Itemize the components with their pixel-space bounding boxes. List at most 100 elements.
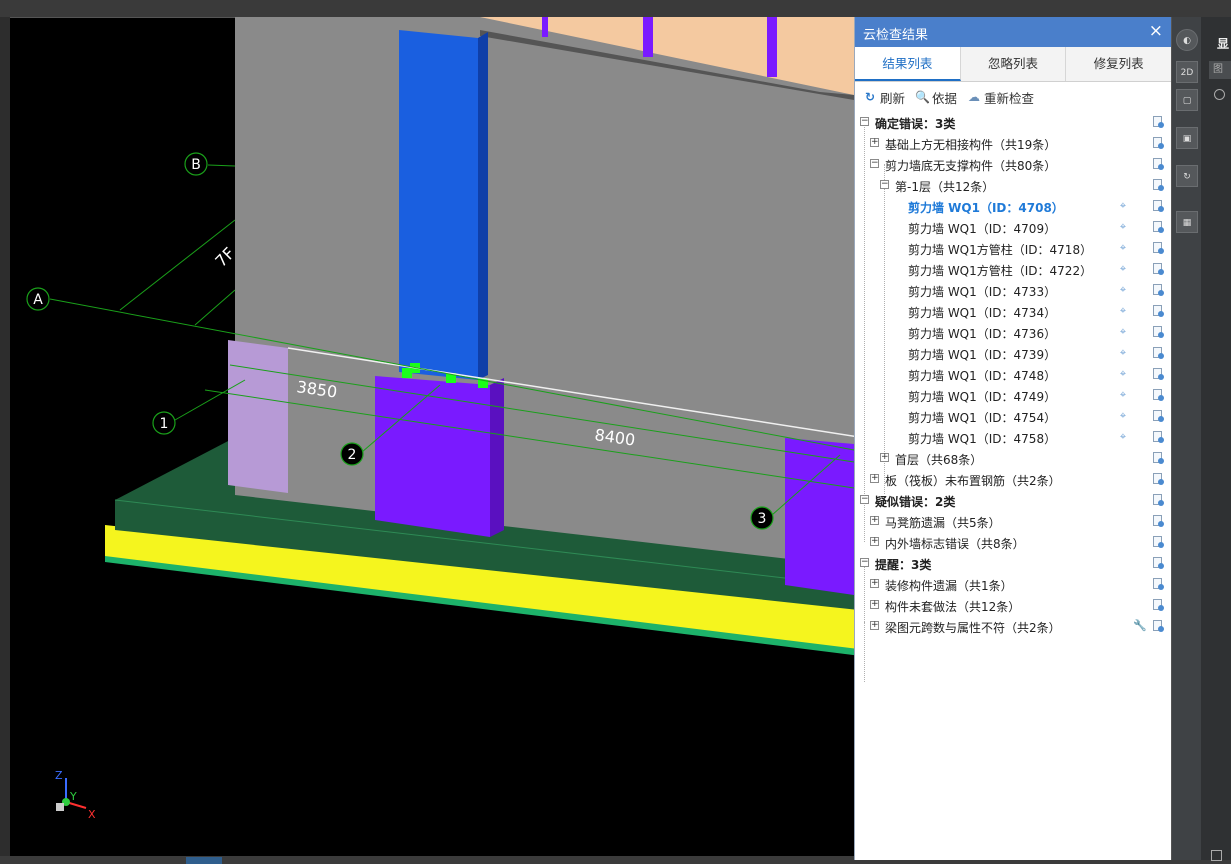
- document-icon[interactable]: [1152, 536, 1164, 549]
- dimension-7f: 7F: [211, 244, 238, 271]
- tree-item-row[interactable]: 剪力墙 WQ1（ID：4758） ⌖: [855, 427, 1171, 448]
- tree-item-row[interactable]: 剪力墙 WQ1方管柱（ID：4718） ⌖: [855, 238, 1171, 259]
- tree-item-row[interactable]: 剪力墙 WQ1（ID：4739） ⌖: [855, 343, 1171, 364]
- collapse-icon[interactable]: −: [860, 117, 869, 126]
- document-icon[interactable]: [1152, 116, 1164, 129]
- view-2d-button[interactable]: 2D: [1176, 61, 1198, 83]
- tree-item-row[interactable]: 剪力墙 WQ1方管柱（ID：4722） ⌖: [855, 259, 1171, 280]
- expand-icon[interactable]: +: [870, 537, 879, 546]
- side-checkbox[interactable]: [1211, 850, 1222, 861]
- document-icon[interactable]: [1152, 515, 1164, 528]
- tree-group-row[interactable]: + 梁图元跨数与属性不符（共2条） 🔧: [855, 616, 1171, 637]
- locate-icon[interactable]: ⌖: [1117, 431, 1129, 443]
- locate-icon[interactable]: ⌖: [1117, 368, 1129, 380]
- document-icon[interactable]: [1152, 137, 1164, 150]
- document-icon[interactable]: [1152, 494, 1164, 507]
- collapse-icon[interactable]: −: [880, 180, 889, 189]
- document-icon[interactable]: [1152, 620, 1164, 633]
- expand-icon[interactable]: +: [870, 621, 879, 630]
- tab-result-list[interactable]: 结果列表: [855, 47, 961, 81]
- document-icon[interactable]: [1152, 431, 1164, 444]
- close-icon[interactable]: ×: [1149, 21, 1163, 41]
- tree-group-row[interactable]: − 确定错误：3类: [855, 112, 1171, 133]
- locate-icon[interactable]: ⌖: [1117, 200, 1129, 212]
- expand-icon[interactable]: +: [870, 579, 879, 588]
- document-icon[interactable]: [1152, 263, 1164, 276]
- document-icon[interactable]: [1152, 347, 1164, 360]
- document-icon[interactable]: [1152, 599, 1164, 612]
- expand-icon[interactable]: +: [870, 474, 879, 483]
- document-icon[interactable]: [1152, 389, 1164, 402]
- tree-group-row[interactable]: − 第-1层（共12条）: [855, 175, 1171, 196]
- tree-group-row[interactable]: + 首层（共68条）: [855, 448, 1171, 469]
- locate-icon[interactable]: ⌖: [1117, 221, 1129, 233]
- document-icon[interactable]: [1152, 242, 1164, 255]
- view-3d-icon[interactable]: ▢: [1176, 89, 1198, 111]
- orbit-icon[interactable]: ◐: [1176, 29, 1198, 51]
- document-icon[interactable]: [1152, 221, 1164, 234]
- collapse-icon[interactable]: −: [860, 495, 869, 504]
- document-icon[interactable]: [1152, 179, 1164, 192]
- document-icon[interactable]: [1152, 305, 1164, 318]
- tree-group-row[interactable]: + 板（筏板）未布置钢筋（共2条）: [855, 469, 1171, 490]
- locate-icon[interactable]: ⌖: [1117, 284, 1129, 296]
- locate-icon[interactable]: ⌖: [1117, 326, 1129, 338]
- tree-item-label: 剪力墙 WQ1方管柱（ID：4722）: [908, 264, 1093, 278]
- tree-group-row[interactable]: − 提醒：3类: [855, 553, 1171, 574]
- refresh-label: 刷新: [880, 90, 906, 106]
- tree-item-row[interactable]: 剪力墙 WQ1（ID：4709） ⌖: [855, 217, 1171, 238]
- tree-item-row[interactable]: 剪力墙 WQ1（ID：4749） ⌖: [855, 385, 1171, 406]
- tree-item-row[interactable]: 剪力墙 WQ1（ID：4708） ⌖: [855, 196, 1171, 217]
- expand-icon[interactable]: +: [870, 138, 879, 147]
- stud-1: [542, 17, 548, 37]
- tree-item-row[interactable]: 剪力墙 WQ1（ID：4734） ⌖: [855, 301, 1171, 322]
- document-icon[interactable]: [1152, 284, 1164, 297]
- tree-group-row[interactable]: − 剪力墙底无支撑构件（共80条）: [855, 154, 1171, 175]
- tree-item-row[interactable]: 剪力墙 WQ1（ID：4733） ⌖: [855, 280, 1171, 301]
- document-icon[interactable]: [1152, 200, 1164, 213]
- rotate-icon[interactable]: ↻: [1176, 165, 1198, 187]
- document-icon[interactable]: [1152, 368, 1164, 381]
- tree-group-row[interactable]: + 构件未套做法（共12条）: [855, 595, 1171, 616]
- document-icon[interactable]: [1152, 578, 1164, 591]
- document-icon[interactable]: [1152, 326, 1164, 339]
- tab-repair-list[interactable]: 修复列表: [1066, 47, 1171, 81]
- expand-icon[interactable]: +: [870, 600, 879, 609]
- document-icon[interactable]: [1152, 452, 1164, 465]
- locate-icon[interactable]: ⌖: [1117, 242, 1129, 254]
- tree-item-label: 剪力墙 WQ1（ID：4709）: [908, 222, 1057, 236]
- bottom-tab[interactable]: [186, 857, 222, 864]
- document-icon[interactable]: [1152, 473, 1164, 486]
- locate-icon[interactable]: ⌖: [1117, 389, 1129, 401]
- recheck-button[interactable]: ☁ 重新检查: [967, 88, 1034, 107]
- side-radio[interactable]: [1214, 89, 1225, 100]
- locate-icon[interactable]: ⌖: [1117, 410, 1129, 422]
- tree-item-row[interactable]: 剪力墙 WQ1（ID：4754） ⌖: [855, 406, 1171, 427]
- document-icon[interactable]: [1152, 557, 1164, 570]
- tab-ignore-list[interactable]: 忽略列表: [961, 47, 1067, 81]
- tree-group-row[interactable]: + 内外墙标志错误（共8条）: [855, 532, 1171, 553]
- locate-icon[interactable]: ⌖: [1117, 347, 1129, 359]
- refresh-button[interactable]: ↻ 刷新: [863, 88, 905, 107]
- tree-group-row[interactable]: − 疑似错误：2类: [855, 490, 1171, 511]
- document-icon[interactable]: [1152, 158, 1164, 171]
- tree-item-label: 疑似错误：2类: [875, 495, 956, 509]
- expand-icon[interactable]: +: [870, 516, 879, 525]
- basis-button[interactable]: 🔍 依据: [915, 88, 957, 107]
- tree-item-row[interactable]: 剪力墙 WQ1（ID：4736） ⌖: [855, 322, 1171, 343]
- collapse-icon[interactable]: −: [870, 159, 879, 168]
- tree-item-row[interactable]: 剪力墙 WQ1（ID：4748） ⌖: [855, 364, 1171, 385]
- axis-label-2: 2: [348, 447, 357, 463]
- locate-icon[interactable]: ⌖: [1117, 263, 1129, 275]
- document-icon[interactable]: [1152, 410, 1164, 423]
- locate-icon[interactable]: ⌖: [1117, 305, 1129, 317]
- view-box-icon[interactable]: ▣: [1176, 127, 1198, 149]
- tree-group-row[interactable]: + 马凳筋遗漏（共5条）: [855, 511, 1171, 532]
- wrench-icon[interactable]: 🔧: [1133, 619, 1147, 632]
- tree-group-row[interactable]: + 基础上方无相接构件（共19条）: [855, 133, 1171, 154]
- expand-icon[interactable]: +: [880, 453, 889, 462]
- tree-group-row[interactable]: + 装修构件遗漏（共1条）: [855, 574, 1171, 595]
- side-field[interactable]: 图: [1209, 61, 1231, 79]
- collapse-icon[interactable]: −: [860, 558, 869, 567]
- grid-settings-icon[interactable]: ▦: [1176, 211, 1198, 233]
